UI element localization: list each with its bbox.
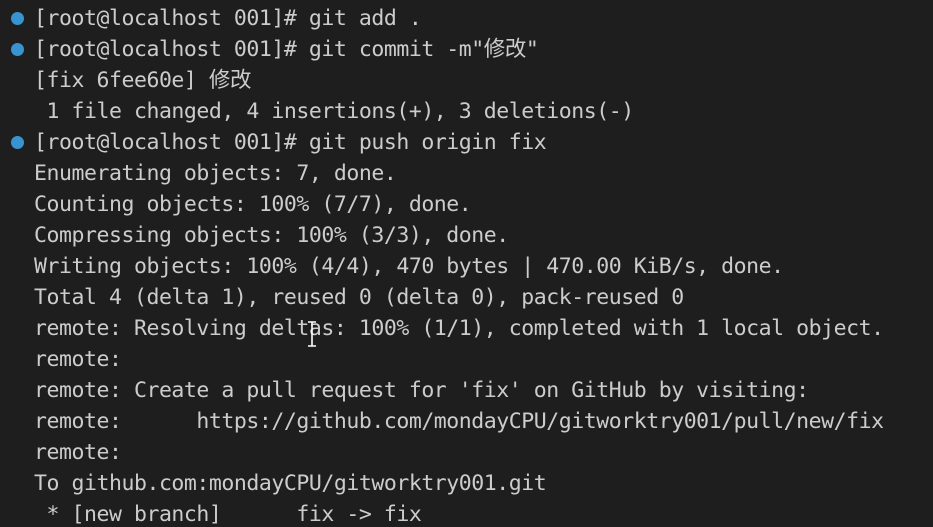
output-line: To github.com:mondayCPU/gitworktry001.gi… xyxy=(34,468,547,499)
command-text: git commit -m"修改" xyxy=(308,37,539,62)
output-text: [fix 6fee60e] 修改 xyxy=(34,68,252,93)
output-line: Counting objects: 100% (7/7), done. xyxy=(34,189,472,220)
output-line: remote: Create a pull request for 'fix' … xyxy=(34,375,809,406)
output-line: * [new branch] fix -> fix xyxy=(34,499,421,527)
output-text: remote: xyxy=(34,440,122,465)
prompt: [root@localhost 001]# xyxy=(34,37,309,62)
output-text: remote: Resolving deltas: 100% (1/1), co… xyxy=(34,316,884,341)
prompt: [root@localhost 001]# xyxy=(34,130,309,155)
output-line: 1 file changed, 4 insertions(+), 3 delet… xyxy=(34,96,634,127)
output-line: remote: xyxy=(34,437,122,468)
command-decoration-icon[interactable] xyxy=(11,12,24,25)
text-cursor-icon xyxy=(308,321,316,347)
output-line: remote: https://github.com/mondayCPU/git… xyxy=(34,406,884,437)
output-text: To github.com:mondayCPU/gitworktry001.gi… xyxy=(34,471,547,496)
command-line: [root@localhost 001]# git add . xyxy=(34,3,422,34)
output-text: Enumerating objects: 7, done. xyxy=(34,161,397,186)
command-text: git add . xyxy=(308,6,422,31)
command-decoration-icon[interactable] xyxy=(11,43,24,56)
output-text: Total 4 (delta 1), reused 0 (delta 0), p… xyxy=(34,285,684,310)
output-line: [fix 6fee60e] 修改 xyxy=(34,65,251,96)
command-line: [root@localhost 001]# git commit -m"修改" xyxy=(34,34,539,65)
output-text: remote: https://github.com/mondayCPU/git… xyxy=(34,409,884,434)
output-line: remote: xyxy=(34,344,122,375)
output-text: Counting objects: 100% (7/7), done. xyxy=(34,192,472,217)
output-text: Writing objects: 100% (4/4), 470 bytes |… xyxy=(34,254,784,279)
output-line: Enumerating objects: 7, done. xyxy=(34,158,397,189)
command-text: git push origin fix xyxy=(308,130,547,155)
command-decoration-icon[interactable] xyxy=(11,136,24,149)
output-text: * [new branch] fix -> fix xyxy=(34,502,422,527)
output-line: Writing objects: 100% (4/4), 470 bytes |… xyxy=(34,251,784,282)
command-line: [root@localhost 001]# git push origin fi… xyxy=(34,127,547,158)
terminal-panel[interactable]: [root@localhost 001]# git add . [root@loc… xyxy=(0,0,933,527)
output-line: Total 4 (delta 1), reused 0 (delta 0), p… xyxy=(34,282,684,313)
output-line: Compressing objects: 100% (3/3), done. xyxy=(34,220,509,251)
output-line: remote: Resolving deltas: 100% (1/1), co… xyxy=(34,313,884,344)
output-text: Compressing objects: 100% (3/3), done. xyxy=(34,223,509,248)
prompt: [root@localhost 001]# xyxy=(34,6,309,31)
output-text: remote: xyxy=(34,347,122,372)
output-text: 1 file changed, 4 insertions(+), 3 delet… xyxy=(34,99,634,124)
output-text: remote: Create a pull request for 'fix' … xyxy=(34,378,809,403)
